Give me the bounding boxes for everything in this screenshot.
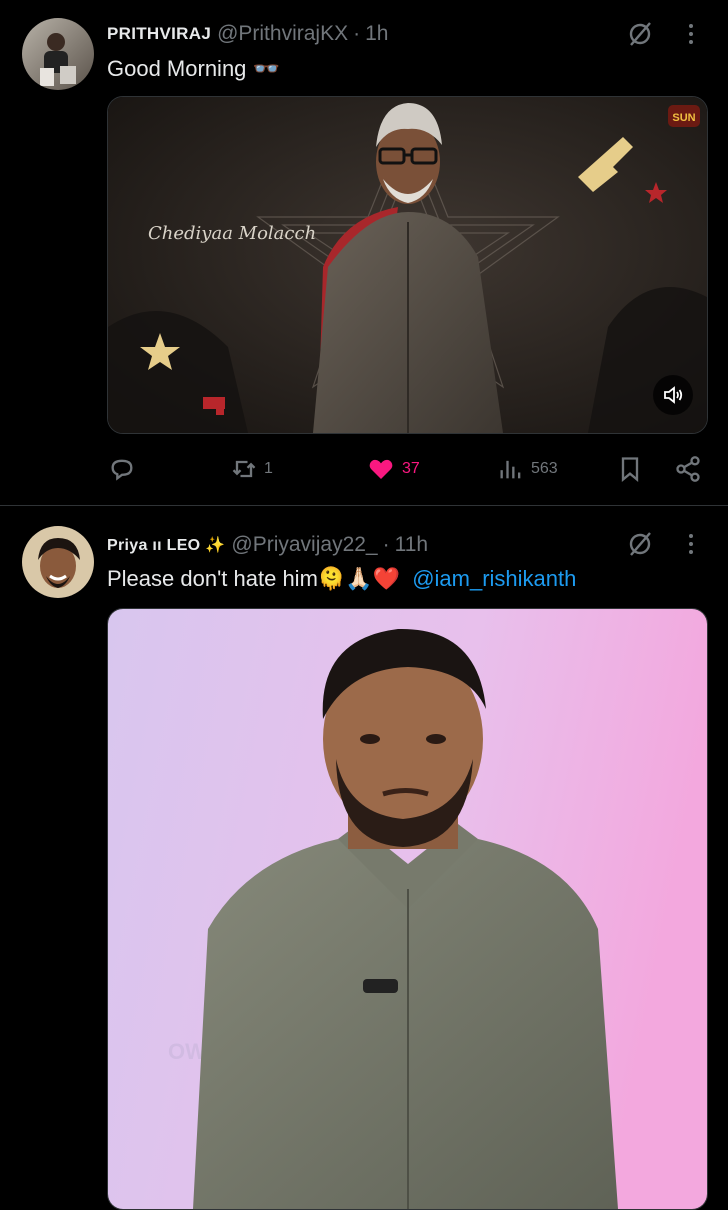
post-text-body: Please don't hate him🫠🙏🏻❤️ xyxy=(107,566,401,591)
post-media-image[interactable]: OW xyxy=(107,608,708,1210)
post-header: Priya ıı LEO ✨ @Priyavijay22_ · 11h xyxy=(107,528,428,562)
share-icon xyxy=(676,456,700,482)
display-name[interactable]: Priya ıı LEO ✨ xyxy=(107,535,225,555)
avatar[interactable] xyxy=(22,18,94,90)
grok-icon[interactable] xyxy=(626,530,654,558)
reply-icon xyxy=(111,459,133,481)
more-options-icon[interactable] xyxy=(686,530,696,558)
handle[interactable]: @PrithvirajKX xyxy=(217,22,348,46)
separator: · xyxy=(353,22,361,45)
like-button[interactable]: 37 xyxy=(366,449,420,489)
grok-icon[interactable] xyxy=(626,20,654,48)
separator: · xyxy=(382,533,390,556)
views-icon xyxy=(500,460,521,479)
timestamp[interactable]: 11h xyxy=(395,533,428,557)
handle[interactable]: @Priyavijay22_ xyxy=(231,533,377,557)
post-header: PRITHVIRAJ @PrithvirajKX · 1h xyxy=(107,17,388,51)
post-text: Good Morning 👓 xyxy=(107,56,280,81)
avatar[interactable] xyxy=(22,526,94,598)
post-1[interactable]: PRITHVIRAJ @PrithvirajKX · 1h Good Morni… xyxy=(0,0,728,505)
volume-icon[interactable] xyxy=(653,375,693,415)
views-count: 563 xyxy=(531,460,558,477)
media-overlay-text: Chediyaa Molacch xyxy=(148,223,316,244)
post-actions: 1 37 563 xyxy=(0,449,728,489)
watermark: OW xyxy=(168,1039,206,1064)
reply-button[interactable] xyxy=(108,449,136,489)
mention-link[interactable]: @iam_rishikanth xyxy=(412,566,576,591)
repost-icon xyxy=(232,460,256,478)
bookmark-icon xyxy=(621,457,639,482)
timestamp[interactable]: 1h xyxy=(365,22,388,46)
repost-count: 1 xyxy=(264,460,273,477)
heart-icon xyxy=(369,459,393,479)
views-button[interactable]: 563 xyxy=(497,449,558,489)
like-count: 37 xyxy=(402,460,420,477)
post-2[interactable]: Priya ıı LEO ✨ @Priyavijay22_ · 11h Plea… xyxy=(0,506,728,1210)
brand-logo: SUN xyxy=(672,112,695,124)
post-text: Please don't hate him🫠🙏🏻❤️ @iam_rishikan… xyxy=(107,566,576,592)
repost-button[interactable]: 1 xyxy=(230,449,273,489)
post-media-image[interactable]: Chediyaa Molacch SUN xyxy=(107,96,708,434)
share-button[interactable] xyxy=(674,449,702,489)
bookmark-button[interactable] xyxy=(616,449,644,489)
more-options-icon[interactable] xyxy=(686,20,696,48)
display-name[interactable]: PRITHVIRAJ xyxy=(107,24,211,44)
